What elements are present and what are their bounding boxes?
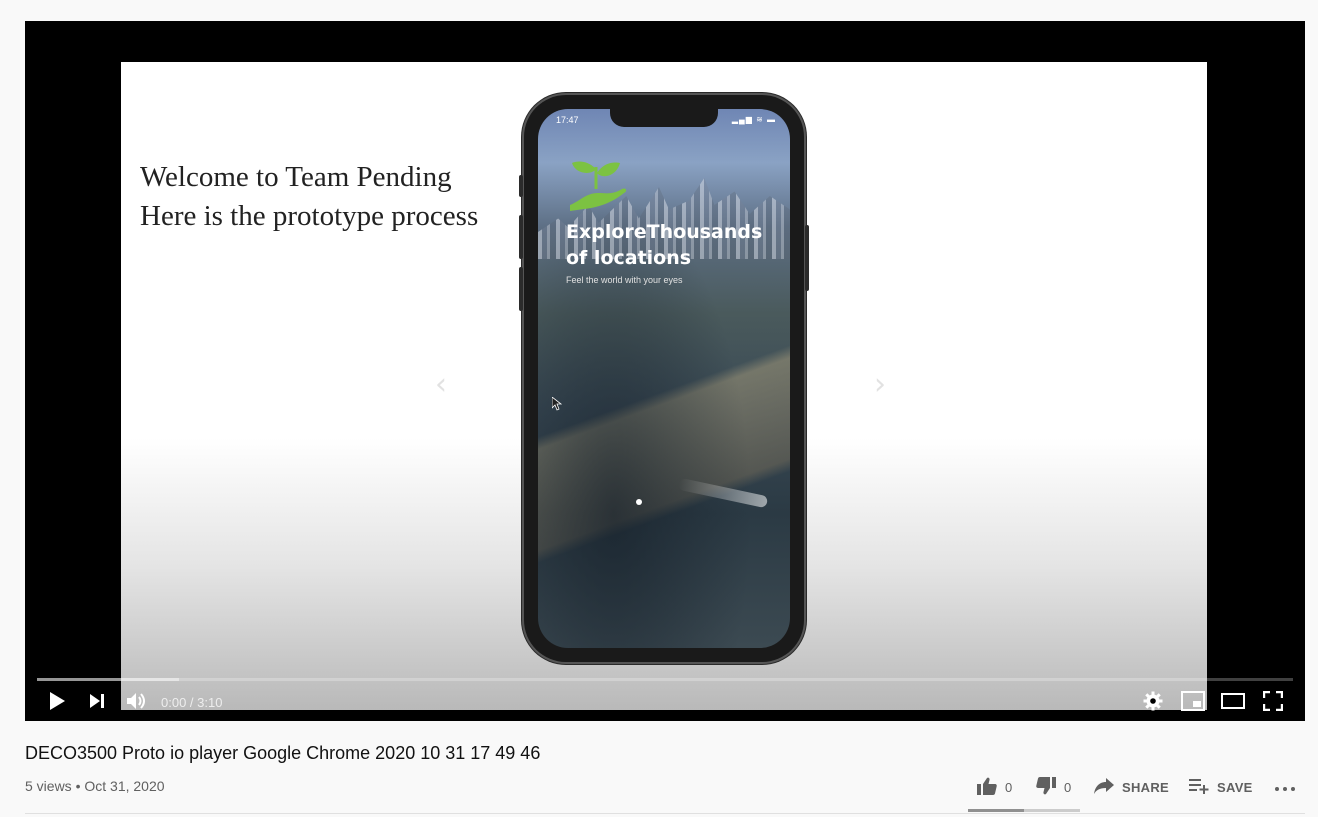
- phone-status-icons: ▂▄▆ ≋ ▬: [731, 115, 776, 124]
- slide-next-icon: ›: [874, 367, 886, 402]
- video-title: DECO3500 Proto io player Google Chrome 2…: [25, 743, 541, 763]
- next-button[interactable]: [81, 685, 113, 721]
- slide-line-2: Here is the prototype process: [140, 200, 479, 232]
- volume-button[interactable]: [121, 685, 153, 721]
- next-icon: [89, 693, 105, 714]
- theater-mode-icon: [1221, 692, 1245, 714]
- fullscreen-icon: [1262, 690, 1284, 716]
- boat-trail: [677, 477, 769, 509]
- progress-buffered: [37, 678, 179, 681]
- video-meta: 5 views • Oct 31, 2020: [25, 778, 165, 794]
- phone-side-button: [519, 267, 523, 311]
- dislike-button[interactable]: 0: [1036, 772, 1071, 802]
- like-count: 0: [1005, 779, 1013, 795]
- settings-button[interactable]: [1137, 685, 1169, 721]
- divider: [25, 813, 1305, 814]
- slide-prev-icon: ‹: [435, 367, 447, 402]
- time-display: 0:00 / 3:10: [161, 695, 223, 710]
- play-button[interactable]: [41, 685, 73, 721]
- save-button[interactable]: SAVE: [1189, 772, 1253, 802]
- miniplayer-icon: [1181, 690, 1205, 716]
- sentiment-like-portion: [968, 809, 1024, 812]
- play-icon: [48, 691, 66, 716]
- app-title-line-1: ExploreThousands: [566, 221, 763, 243]
- app-subtitle: Feel the world with your eyes: [566, 275, 683, 285]
- thumbs-down-icon: [1036, 776, 1056, 798]
- volume-icon: [126, 691, 148, 716]
- share-label: SHARE: [1122, 779, 1170, 795]
- plant-hand-logo-icon: [566, 149, 630, 218]
- share-arrow-icon: [1094, 777, 1114, 797]
- app-title-line-2: of locations: [566, 247, 692, 269]
- like-button[interactable]: 0: [977, 772, 1012, 802]
- miniplayer-button[interactable]: [1177, 685, 1209, 721]
- page-dot-icon: [636, 499, 642, 505]
- player-controls: 0:00 / 3:10: [25, 685, 1305, 721]
- mouse-cursor-icon: [551, 396, 563, 416]
- phone-mockup: 17:47 ▂▄▆ ≋ ▬ ExploreThousands of locati…: [519, 95, 809, 662]
- video-player[interactable]: Welcome to Team Pending Here is the prot…: [25, 21, 1305, 721]
- more-horizontal-icon: [1274, 780, 1296, 795]
- add-to-playlist-icon: [1189, 778, 1209, 797]
- phone-status-time: 17:47: [556, 115, 579, 125]
- phone-side-button: [519, 175, 523, 197]
- save-label: SAVE: [1217, 779, 1253, 795]
- more-actions-button[interactable]: [1274, 772, 1296, 802]
- fullscreen-button[interactable]: [1257, 685, 1289, 721]
- app-title: ExploreThousands of locations: [566, 219, 786, 271]
- progress-bar[interactable]: [37, 678, 1293, 681]
- slide-line-1: Welcome to Team Pending: [140, 161, 452, 193]
- phone-side-button: [805, 225, 809, 291]
- slide-text: Welcome to Team Pending Here is the prot…: [140, 158, 478, 236]
- video-frame: Welcome to Team Pending Here is the prot…: [121, 62, 1207, 710]
- phone-screen: 17:47 ▂▄▆ ≋ ▬ ExploreThousands of locati…: [538, 109, 790, 648]
- theater-mode-button[interactable]: [1217, 685, 1249, 721]
- gear-icon: [1143, 691, 1163, 716]
- sentiment-bar: [968, 809, 1080, 812]
- thumbs-up-icon: [977, 777, 997, 798]
- phone-notch: [610, 109, 718, 127]
- dislike-count: 0: [1064, 779, 1072, 795]
- share-button[interactable]: SHARE: [1094, 772, 1169, 802]
- phone-side-button: [519, 215, 523, 259]
